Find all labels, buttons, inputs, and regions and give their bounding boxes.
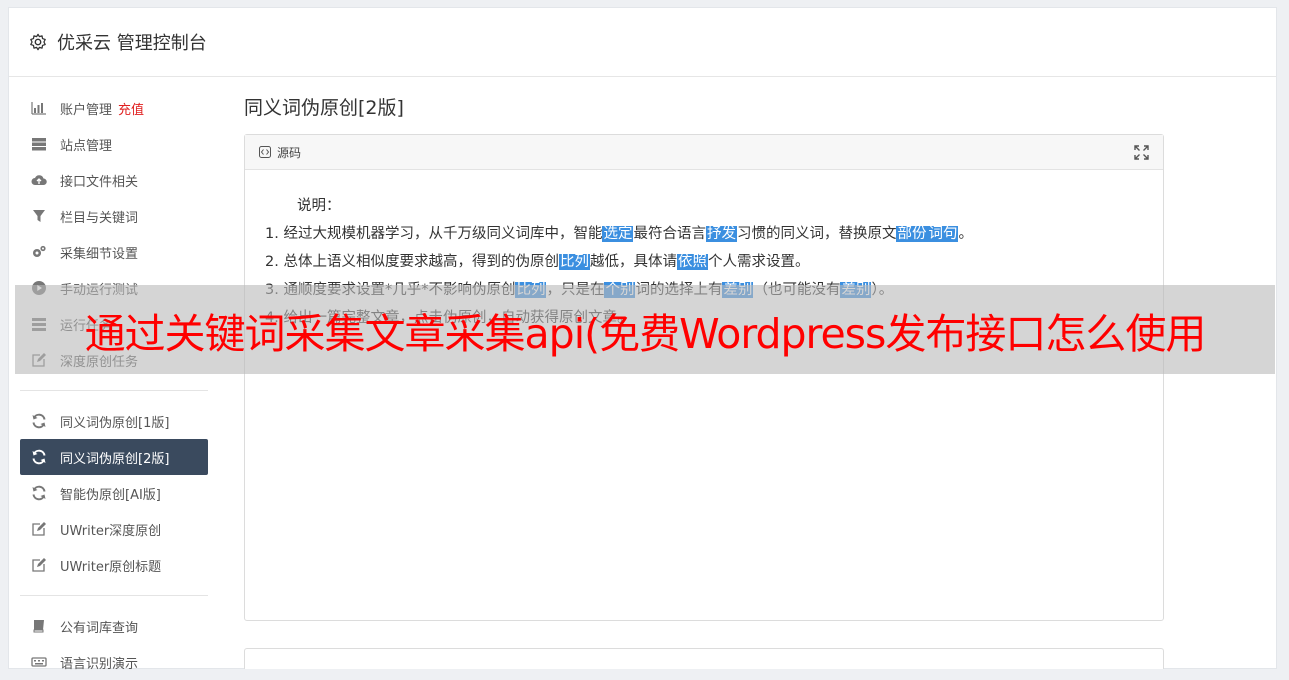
replaced-word: 抒发 [705, 226, 737, 242]
app-title: 优采云 管理控制台 [57, 33, 207, 54]
recharge-link[interactable]: 充值 [118, 99, 144, 118]
sidebar-item-站点管理[interactable]: 站点管理 [20, 126, 210, 162]
sidebar-item-智能伪原创ai版[interactable]: 智能伪原创[AI版] [20, 475, 210, 511]
sidebar-item-label: 栏目与关键词 [60, 210, 139, 226]
sidebar-item-label: 智能伪原创[AI版] [60, 487, 161, 503]
sidebar-item-label: 账户管理 [60, 102, 113, 118]
sidebar-item-语言识别演示[interactable]: 语言识别演示 [20, 644, 210, 680]
bar-chart-icon [30, 100, 48, 116]
refresh-icon [30, 449, 48, 465]
gears-icon [30, 244, 48, 260]
replaced-word: 部份 [896, 226, 928, 242]
text-segment: 习惯的同义词，替换原文 [736, 226, 897, 242]
source-code-icon[interactable] [259, 146, 271, 158]
edit-icon [30, 521, 48, 537]
replaced-word: 选定 [602, 226, 634, 242]
instruction-line: 1. 经过大规模机器学习，从千万级同义词库中，智能选定最符合语言抒发习惯的同义词… [265, 220, 1143, 248]
sidebar-item-label: 站点管理 [60, 138, 113, 154]
sidebar-item-公有词库查询[interactable]: 公有词库查询 [20, 608, 210, 644]
source-editor[interactable]: 源码 说明： 1. 经过大规模机器学习，从千万级同义词库中，智能选定最符合语言抒… [244, 134, 1164, 621]
text-segment: 越低，具体请 [589, 254, 677, 270]
sidebar-divider [20, 390, 208, 391]
sidebar-group-tools: 公有词库查询 语言识别演示 [20, 608, 210, 680]
sidebar-item-label: 同义词伪原创[2版] [60, 451, 170, 467]
sidebar-item-label: 语言识别演示 [60, 656, 139, 672]
server-icon [30, 136, 48, 152]
sidebar-item-label: 公有词库查询 [60, 620, 139, 636]
sidebar-group-rewrite: 同义词伪原创[1版] 同义词伪原创[2版] 智能伪原创[AI版] UWriter深度原… [20, 403, 210, 583]
replaced-word: 词句 [927, 226, 959, 242]
header: 优采云 管理控制台 [9, 8, 1276, 77]
editor-toolbar: 源码 [245, 135, 1163, 170]
title-banner: 通过关键词采集文章采集api(免费Wordpress发布接口怎么使用 [15, 285, 1275, 374]
fullscreen-icon[interactable] [1134, 145, 1149, 160]
book-icon [30, 618, 48, 634]
refresh-icon [30, 485, 48, 501]
sidebar-item-uwriter原创标题[interactable]: UWriter原创标题 [20, 547, 210, 583]
sidebar-item-账户管理[interactable]: 账户管理 充值 [20, 90, 210, 126]
gear-icon [30, 33, 46, 51]
banner-text: 通过关键词采集文章采集api(免费Wordpress发布接口怎么使用 [84, 309, 1207, 358]
text-segment: 。 [958, 226, 973, 242]
sidebar-item-label: UWriter原创标题 [60, 559, 162, 575]
keyboard-icon [30, 654, 48, 670]
instruction-line: 2. 总体上语义相似度要求越高，得到的伪原创比列越低，具体请依照个人需求设置。 [265, 248, 1143, 276]
edit-icon [30, 557, 48, 573]
sidebar-item-label: 采集细节设置 [60, 246, 139, 262]
sidebar-divider [20, 595, 208, 596]
filter-icon [30, 208, 48, 224]
sidebar-item-label: 接口文件相关 [60, 174, 139, 190]
text-segment: 最符合语言 [633, 226, 706, 242]
cloud-upload-icon [30, 172, 48, 188]
sidebar: 账户管理充值站点管理接口文件相关栏目与关键词采集细节设置手动运行测试运行任务深度… [20, 90, 210, 680]
text-segment: 个人需求设置。 [707, 254, 810, 270]
replaced-word: 依照 [676, 254, 708, 270]
text-segment: 2. 总体上语义相似度要求越高，得到的伪原创 [265, 254, 559, 270]
sidebar-item-label: 同义词伪原创[1版] [60, 415, 170, 431]
intro-text: 说明： [297, 198, 341, 214]
text-segment: 1. 经过大规模机器学习，从千万级同义词库中，智能 [265, 226, 603, 242]
refresh-icon [30, 413, 48, 429]
replaced-word: 比列 [558, 254, 590, 270]
sidebar-item-label: UWriter深度原创 [60, 523, 162, 539]
page-title: 同义词伪原创[2版] [244, 97, 404, 119]
source-code-button[interactable]: 源码 [277, 144, 301, 161]
sidebar-item-采集细节设置[interactable]: 采集细节设置 [20, 234, 210, 270]
sidebar-item-同义词伪原创2版[interactable]: 同义词伪原创[2版] [20, 439, 208, 475]
sidebar-item-接口文件相关[interactable]: 接口文件相关 [20, 162, 210, 198]
sidebar-item-栏目与关键词[interactable]: 栏目与关键词 [20, 198, 210, 234]
sidebar-item-uwriter深度原创[interactable]: UWriter深度原创 [20, 511, 210, 547]
sidebar-item-同义词伪原创1版[interactable]: 同义词伪原创[1版] [20, 403, 210, 439]
